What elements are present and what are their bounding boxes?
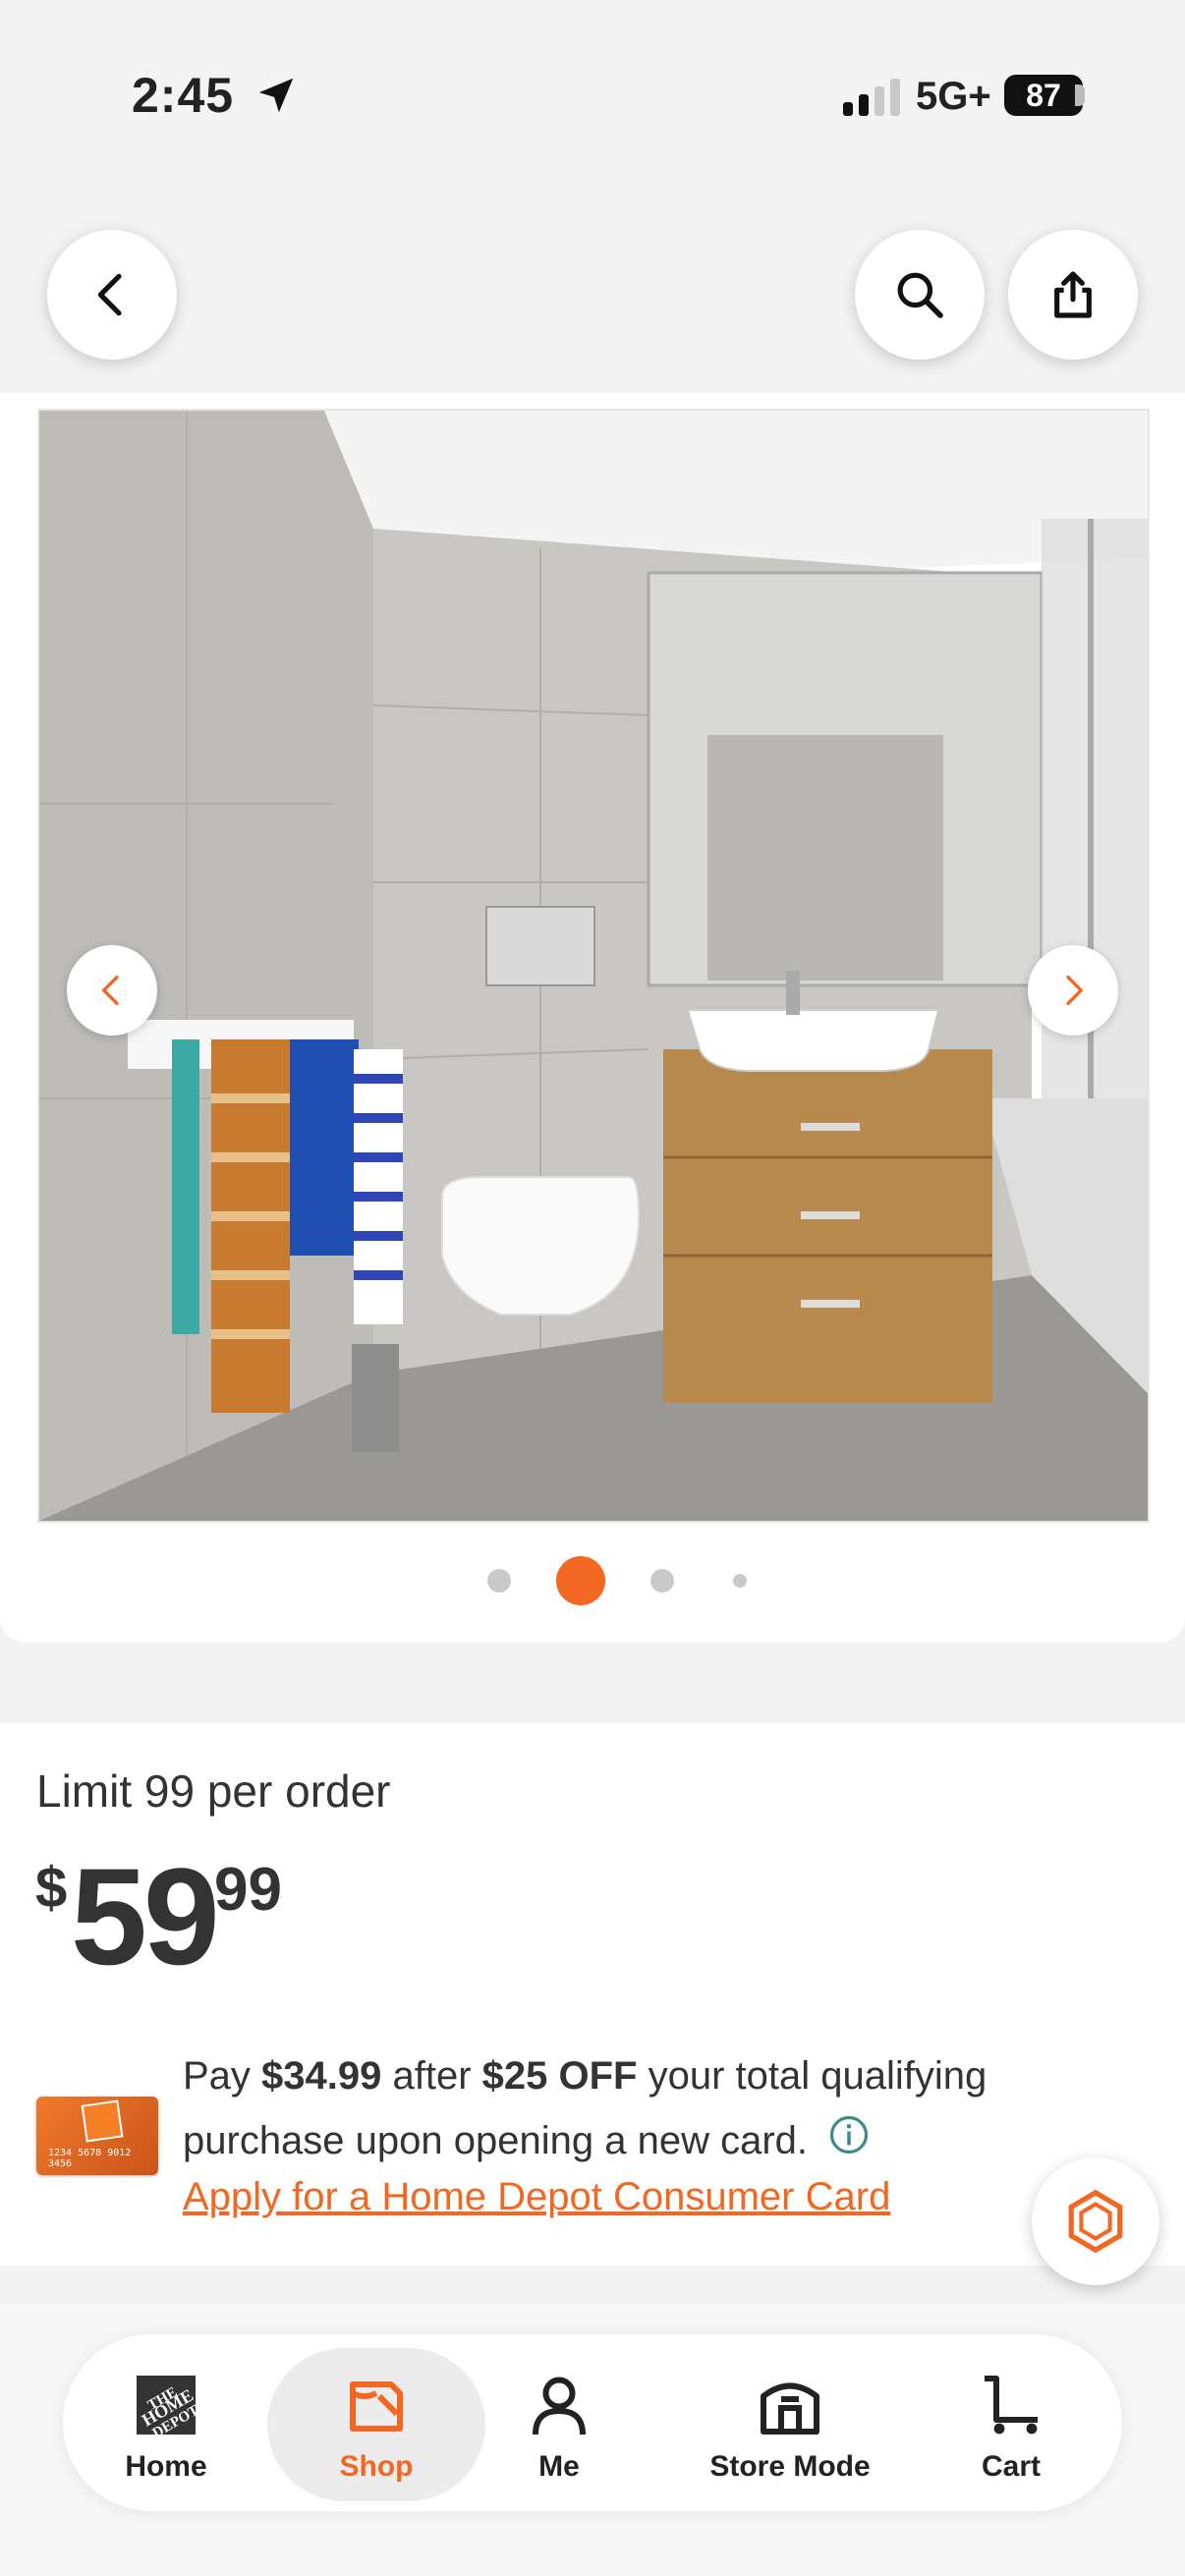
person-icon: [533, 2377, 586, 2436]
nav-me[interactable]: Me: [495, 2334, 623, 2511]
nav-home-label: Home: [125, 2450, 207, 2483]
share-button[interactable]: [1008, 230, 1138, 360]
card-number: 1234 5678 9012 3456: [48, 2148, 132, 2169]
cart-icon: [985, 2376, 1038, 2435]
home-depot-logo-icon: [81, 2100, 124, 2143]
price-currency: $: [35, 1856, 68, 1920]
home-depot-logo-icon: THE HOME DEPOT: [137, 2376, 201, 2440]
bottom-nav: THE HOME DEPOT Home Shop Me Store Mode C…: [63, 2334, 1122, 2511]
bathroom-photo: [39, 411, 1148, 1521]
credit-card-image: 1234 5678 9012 3456: [36, 2097, 158, 2175]
nav-shop[interactable]: Shop: [267, 2334, 485, 2511]
pagination-dot[interactable]: [733, 1574, 747, 1588]
hexagon-assistant-icon: [1068, 2189, 1123, 2254]
price-dollars: 59: [71, 1839, 220, 1993]
battery-indicator: 87: [1004, 75, 1083, 116]
back-button[interactable]: [47, 230, 177, 360]
chevron-left-icon: [102, 976, 119, 1005]
nav-cart-label: Cart: [981, 2450, 1041, 2483]
apply-card-link[interactable]: Apply for a Home Depot Consumer Card: [183, 2175, 890, 2219]
gallery-prev-button[interactable]: [67, 945, 157, 1036]
status-bar: 2:45 5G+ 87: [0, 0, 1185, 187]
nav-me-label: Me: [538, 2450, 580, 2483]
order-limit-text: Limit 99 per order: [36, 1765, 391, 1817]
store-icon: [761, 2382, 819, 2435]
shop-icon: [350, 2381, 403, 2432]
promo-discount: $25 OFF: [481, 2054, 638, 2098]
assistant-button[interactable]: [1032, 2157, 1159, 2285]
pagination-dot[interactable]: [487, 1569, 511, 1593]
status-time: 2:45: [132, 68, 235, 123]
share-icon: [1054, 271, 1092, 318]
nav-home[interactable]: THE HOME DEPOT Home: [102, 2334, 230, 2511]
nav-shop-label: Shop: [339, 2450, 414, 2483]
price-cents: 99: [214, 1856, 282, 1924]
promo-amount: $34.99: [261, 2054, 382, 2098]
search-button[interactable]: [855, 230, 985, 360]
chevron-right-icon: [1066, 976, 1083, 1005]
network-type: 5G+: [916, 75, 991, 118]
battery-tip: [1075, 84, 1085, 106]
pagination-dot-active[interactable]: [556, 1556, 605, 1605]
search-icon: [897, 272, 943, 318]
location-arrow-icon: [258, 78, 294, 113]
pagination-dot[interactable]: [650, 1569, 674, 1593]
nav-cart[interactable]: Cart: [947, 2334, 1075, 2511]
product-image[interactable]: [37, 409, 1150, 1523]
nav-store-mode[interactable]: Store Mode: [682, 2334, 898, 2511]
info-icon[interactable]: [828, 2114, 870, 2156]
nav-store-mode-label: Store Mode: [709, 2450, 871, 2483]
gallery-next-button[interactable]: [1028, 945, 1118, 1036]
chevron-left-icon: [97, 273, 122, 316]
gallery-pagination: [0, 1556, 1185, 1605]
card-promo-text: Pay $34.99 after $25 OFF your total qual…: [183, 2054, 988, 2162]
signal-icon: [843, 79, 900, 116]
